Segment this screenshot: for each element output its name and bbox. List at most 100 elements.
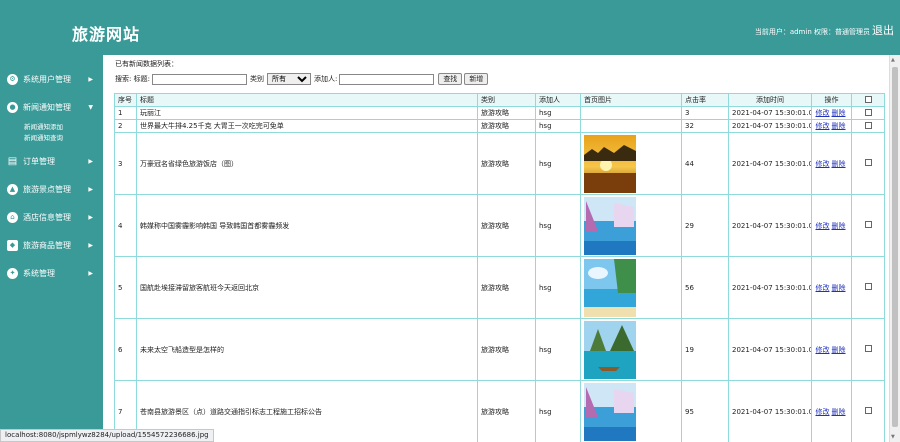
news-clicks: 32 bbox=[681, 119, 729, 133]
search-title-label: 搜索: 标题: bbox=[115, 75, 150, 83]
news-adder: hsg bbox=[535, 119, 581, 133]
news-thumbnail[interactable] bbox=[584, 382, 678, 441]
news-image-cell bbox=[580, 256, 682, 319]
news-thumbnail[interactable] bbox=[584, 134, 678, 193]
row-checkbox[interactable] bbox=[864, 159, 872, 166]
news-category: 旅游攻略 bbox=[477, 256, 536, 319]
row-checkbox[interactable] bbox=[864, 345, 872, 352]
sidebar-item-goods[interactable]: ◆ 旅游商品管理 ▶ bbox=[0, 231, 103, 259]
row-checkbox[interactable] bbox=[864, 221, 872, 228]
site-title: 旅游网站 bbox=[72, 25, 141, 44]
delete-link[interactable]: 删除 bbox=[832, 284, 846, 292]
current-user-info: 当前用户：admin 权限：普通管理员 bbox=[754, 28, 870, 36]
news-image-cell bbox=[580, 132, 682, 195]
chevron-right-icon: ▶ bbox=[88, 185, 93, 193]
news-title: 韩媒称中国雾霾影响韩国 导致韩国首都雾霾频发 bbox=[136, 194, 478, 257]
news-adder: hsg bbox=[535, 106, 581, 120]
table-header-row: 序号 标题 类别 添加人 首页图片 点击率 添加时间 操作 bbox=[114, 93, 885, 107]
edit-link[interactable]: 修改 bbox=[816, 408, 830, 416]
column-header: 首页图片 bbox=[580, 93, 682, 107]
table-body: 1 玩丽江 旅游攻略 hsg 3 2021-04-07 15:30:01.0 修改 删除 2 世界… bbox=[114, 106, 885, 442]
sidebar-subitem-news-add[interactable]: 新闻通知添加 bbox=[0, 121, 103, 132]
sidebar-item-scenic[interactable]: ▲ 旅游景点管理 ▶ bbox=[0, 175, 103, 203]
row-number: 4 bbox=[114, 194, 137, 257]
row-actions: 修改 删除 bbox=[811, 119, 852, 133]
news-thumbnail[interactable] bbox=[584, 320, 678, 379]
delete-link[interactable]: 删除 bbox=[832, 346, 846, 354]
news-adder: hsg bbox=[535, 256, 581, 319]
news-title: 玩丽江 bbox=[136, 106, 478, 120]
adder-search-input[interactable] bbox=[339, 73, 435, 85]
sidebar-nav: ⚙ 系统用户管理 ▶ ● 新闻通知管理 ▼ 新闻通知添加 新闻通知查询 ▤ 订单… bbox=[0, 55, 103, 442]
sidebar-item-system-users[interactable]: ⚙ 系统用户管理 ▶ bbox=[0, 65, 103, 93]
add-button[interactable]: 新增 bbox=[464, 73, 489, 85]
row-checkbox[interactable] bbox=[864, 283, 872, 290]
vertical-scrollbar[interactable]: ▲ ▼ bbox=[889, 55, 900, 442]
row-checkbox[interactable] bbox=[864, 108, 872, 116]
delete-link[interactable]: 删除 bbox=[832, 109, 846, 117]
news-image-cell bbox=[580, 194, 682, 257]
sidebar-subitem-news-query[interactable]: 新闻通知查询 bbox=[0, 132, 103, 143]
news-time: 2021-04-07 15:30:01.0 bbox=[728, 119, 812, 133]
news-clicks: 3 bbox=[681, 106, 729, 120]
system-icon: ✦ bbox=[7, 267, 18, 279]
row-actions: 修改 删除 bbox=[811, 106, 852, 120]
edit-link[interactable]: 修改 bbox=[816, 284, 830, 292]
row-select-cell bbox=[851, 106, 885, 120]
search-bar: 搜索: 标题: 类别 所有 添加人: 查找 新增 bbox=[115, 73, 489, 85]
news-clicks: 29 bbox=[681, 194, 729, 257]
sidebar-item-label: 系统用户管理 bbox=[23, 74, 71, 84]
scrollbar-thumb[interactable] bbox=[892, 67, 898, 427]
table-row: 2 世界最大牛排4.25千克 大胃王一次吃完可免单 旅游攻略 hsg 32 2021-04… bbox=[114, 119, 885, 133]
delete-link[interactable]: 删除 bbox=[832, 222, 846, 230]
select-all-header bbox=[851, 93, 885, 107]
title-search-input[interactable] bbox=[151, 73, 247, 85]
news-clicks: 95 bbox=[681, 380, 729, 442]
news-category: 旅游攻略 bbox=[477, 119, 536, 133]
sidebar-item-label: 旅游景点管理 bbox=[23, 184, 71, 194]
row-select-cell bbox=[851, 256, 885, 319]
category-label: 类别 bbox=[249, 75, 264, 83]
news-title: 国航赴埃接滞留旅客航班今天返回北京 bbox=[136, 256, 478, 319]
sidebar-item-system[interactable]: ✦ 系统管理 ▶ bbox=[0, 259, 103, 287]
news-adder: hsg bbox=[535, 380, 581, 442]
scroll-down-icon[interactable]: ▼ bbox=[891, 434, 895, 440]
delete-link[interactable]: 删除 bbox=[832, 122, 846, 130]
logout-link[interactable]: 退出 bbox=[872, 22, 894, 38]
column-header: 序号 bbox=[114, 93, 137, 107]
sidebar-item-orders[interactable]: ▤ 订单管理 ▶ bbox=[0, 147, 103, 175]
news-adder: hsg bbox=[535, 132, 581, 195]
select-all-checkbox[interactable] bbox=[864, 95, 872, 103]
sidebar-item-news[interactable]: ● 新闻通知管理 ▼ bbox=[0, 93, 103, 121]
row-actions: 修改 删除 bbox=[811, 256, 852, 319]
news-title: 万豪冠名省绿色旅游饭店（图） bbox=[136, 132, 478, 195]
news-thumbnail[interactable] bbox=[584, 196, 678, 255]
edit-link[interactable]: 修改 bbox=[816, 160, 830, 168]
news-thumbnail[interactable] bbox=[584, 258, 678, 317]
edit-link[interactable]: 修改 bbox=[816, 109, 830, 117]
sidebar-item-hotel[interactable]: ⌂ 酒店信息管理 ▶ bbox=[0, 203, 103, 231]
edit-link[interactable]: 修改 bbox=[816, 122, 830, 130]
row-actions: 修改 删除 bbox=[811, 318, 852, 381]
search-button[interactable]: 查找 bbox=[438, 73, 463, 85]
row-checkbox[interactable] bbox=[864, 121, 872, 129]
table-row: 3 万豪冠名省绿色旅游饭店（图） 旅游攻略 hsg 44 2021-04-07 15:30… bbox=[114, 132, 885, 195]
row-actions: 修改 删除 bbox=[811, 380, 852, 442]
bell-icon: ● bbox=[7, 101, 18, 113]
news-time: 2021-04-07 15:30:01.0 bbox=[728, 256, 812, 319]
chevron-right-icon: ▶ bbox=[88, 269, 93, 277]
list-title: 已有新闻数据列表： bbox=[115, 60, 178, 68]
edit-link[interactable]: 修改 bbox=[816, 346, 830, 354]
edit-link[interactable]: 修改 bbox=[816, 222, 830, 230]
scroll-up-icon[interactable]: ▲ bbox=[891, 57, 895, 63]
news-table: 序号 标题 类别 添加人 首页图片 点击率 添加时间 操作 1 玩丽江 旅游攻略 hs… bbox=[114, 93, 885, 442]
delete-link[interactable]: 删除 bbox=[832, 160, 846, 168]
goods-icon: ◆ bbox=[7, 239, 18, 251]
table-row: 5 国航赴埃接滞留旅客航班今天返回北京 旅游攻略 hsg 56 2021-04-07 15… bbox=[114, 256, 885, 319]
row-checkbox[interactable] bbox=[864, 407, 872, 414]
table-row: 1 玩丽江 旅游攻略 hsg 3 2021-04-07 15:30:01.0 修改 删除 bbox=[114, 106, 885, 120]
category-select[interactable]: 所有 bbox=[266, 73, 311, 85]
delete-link[interactable]: 删除 bbox=[832, 408, 846, 416]
row-number: 5 bbox=[114, 256, 137, 319]
adder-label: 添加人: bbox=[313, 75, 338, 83]
